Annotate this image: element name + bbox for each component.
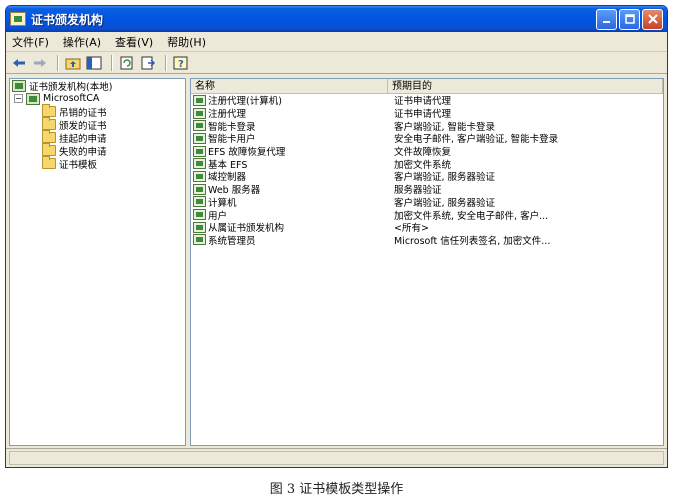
certificate-template-icon (193, 209, 206, 221)
tree-item-label: 挂起的申请 (59, 133, 107, 145)
folder-icon (42, 143, 56, 156)
tree-item-label: 颁发的证书 (59, 120, 107, 132)
refresh-icon (120, 56, 133, 69)
svg-text:?: ? (178, 59, 184, 70)
column-header-purpose[interactable]: 预期目的 (388, 79, 663, 93)
template-name-cell: 系统管理员 (191, 233, 388, 247)
template-list: 名称 预期目的 注册代理(计算机) 证书申请代理 注册代理 证书申请代理 智能卡登录 客户… (190, 78, 664, 446)
tree-item-label: 失败的申请 (59, 146, 107, 158)
certificate-template-icon (193, 234, 206, 246)
certificate-authority-icon (12, 79, 26, 92)
certificate-template-icon (193, 107, 206, 119)
minimize-button[interactable] (596, 8, 617, 30)
certificate-authority-icon (10, 12, 26, 26)
list-item[interactable]: 注册代理 证书申请代理 (191, 107, 663, 120)
list-item[interactable]: 计算机 客户端验证, 服务器验证 (191, 196, 663, 209)
maximize-button[interactable] (619, 8, 640, 30)
title-bar[interactable]: 证书颁发机构 (6, 6, 667, 32)
certificate-template-icon (193, 132, 206, 144)
open-folder-icon (42, 156, 56, 169)
main-content: 证书颁发机构(本地) − MicrosoftCA 吊销的证书 颁发的证书 挂起的… (6, 76, 667, 448)
back-arrow-icon (13, 58, 25, 67)
maximize-icon (624, 14, 635, 24)
certificate-template-icon (193, 170, 206, 182)
template-name: 系统管理员 (208, 235, 256, 247)
forward-button[interactable] (31, 54, 49, 72)
menu-action[interactable]: 操作(A) (63, 34, 101, 50)
tree-item-templates[interactable]: 证书模板 (10, 156, 185, 171)
folder-icon (42, 117, 56, 130)
list-item[interactable]: 智能卡登录 客户端验证, 智能卡登录 (191, 119, 663, 133)
close-button[interactable] (642, 8, 663, 30)
tree-item-label: 证书模板 (59, 159, 98, 171)
certificate-template-icon (193, 120, 206, 132)
list-body: 注册代理(计算机) 证书申请代理 注册代理 证书申请代理 智能卡登录 客户端验证, 智能卡… (191, 94, 663, 247)
certificate-template-icon (193, 221, 206, 233)
list-item[interactable]: 智能卡用户 安全电子邮件, 客户端验证, 智能卡登录 (191, 132, 663, 145)
certificate-template-icon (193, 145, 206, 157)
refresh-button[interactable] (118, 54, 136, 72)
folder-icon (42, 104, 56, 117)
list-item[interactable]: 系统管理员 Microsoft 信任列表签名, 加密文件... (191, 234, 663, 247)
collapse-icon[interactable]: − (14, 94, 23, 103)
list-item[interactable]: 用户 加密文件系统, 安全电子邮件, 客户... (191, 208, 663, 222)
tree-item-revoked[interactable]: 吊销的证书 (10, 104, 185, 119)
certificate-template-icon (193, 94, 206, 106)
certificate-template-icon (193, 158, 206, 170)
tree-node-ca[interactable]: − MicrosoftCA (10, 92, 185, 105)
column-header-name[interactable]: 名称 (191, 79, 388, 93)
list-item[interactable]: 域控制器 客户端验证, 服务器验证 (191, 170, 663, 183)
tree-root[interactable]: 证书颁发机构(本地) (10, 79, 185, 93)
show-hide-tree-icon (86, 56, 102, 69)
toolbar-separator (165, 54, 167, 71)
template-purpose: Microsoft 信任列表签名, 加密文件... (394, 235, 551, 247)
tree-item-issued[interactable]: 颁发的证书 (10, 117, 185, 132)
certificate-template-icon (193, 183, 206, 195)
ca-server-icon (26, 92, 40, 105)
console-tree: 证书颁发机构(本地) − MicrosoftCA 吊销的证书 颁发的证书 挂起的… (9, 78, 186, 446)
tree-item-label: 吊销的证书 (59, 107, 107, 119)
close-icon (647, 14, 658, 24)
list-item[interactable]: 从属证书颁发机构 <所有> (191, 221, 663, 234)
toolbar-separator (57, 54, 59, 71)
menu-bar: 文件(F) 操作(A) 查看(V) 帮助(H) (6, 32, 667, 52)
mmc-window: 证书颁发机构 文件(F) 操作(A) 查看(V) 帮助(H) ? 证书颁发机构(… (5, 5, 668, 468)
up-folder-icon (65, 58, 81, 69)
export-list-icon (141, 56, 156, 69)
help-icon: ? (173, 56, 188, 70)
list-item[interactable]: 基本 EFS 加密文件系统 (191, 157, 663, 171)
folder-icon (42, 130, 56, 143)
status-bar (6, 448, 667, 467)
tree-item-pending[interactable]: 挂起的申请 (10, 130, 185, 145)
certificate-template-icon (193, 196, 206, 208)
menu-view[interactable]: 查看(V) (115, 34, 153, 50)
menu-file[interactable]: 文件(F) (12, 34, 49, 50)
tree-root-label: 证书颁发机构(本地) (29, 81, 113, 93)
export-list-button[interactable] (139, 54, 157, 72)
window-title: 证书颁发机构 (31, 12, 104, 27)
list-item[interactable]: Web 服务器 服务器验证 (191, 183, 663, 196)
list-item[interactable]: EFS 故障恢复代理 文件故障恢复 (191, 145, 663, 158)
figure-caption: 图 3 证书模板类型操作 (269, 482, 404, 497)
forward-arrow-icon (34, 58, 46, 67)
toolbar: ? (6, 52, 667, 74)
minimize-icon (602, 21, 610, 23)
help-button[interactable]: ? (172, 54, 190, 72)
tree-ca-label: MicrosoftCA (43, 93, 100, 104)
up-level-button[interactable] (64, 54, 82, 72)
toolbar-separator (111, 54, 113, 71)
tree-item-failed[interactable]: 失败的申请 (10, 143, 185, 158)
back-button[interactable] (10, 54, 28, 72)
status-pane (9, 451, 664, 465)
list-header: 名称 预期目的 (191, 79, 663, 94)
show-hide-tree-button[interactable] (85, 54, 103, 72)
menu-help[interactable]: 帮助(H) (167, 34, 206, 50)
list-item[interactable]: 注册代理(计算机) 证书申请代理 (191, 94, 663, 107)
